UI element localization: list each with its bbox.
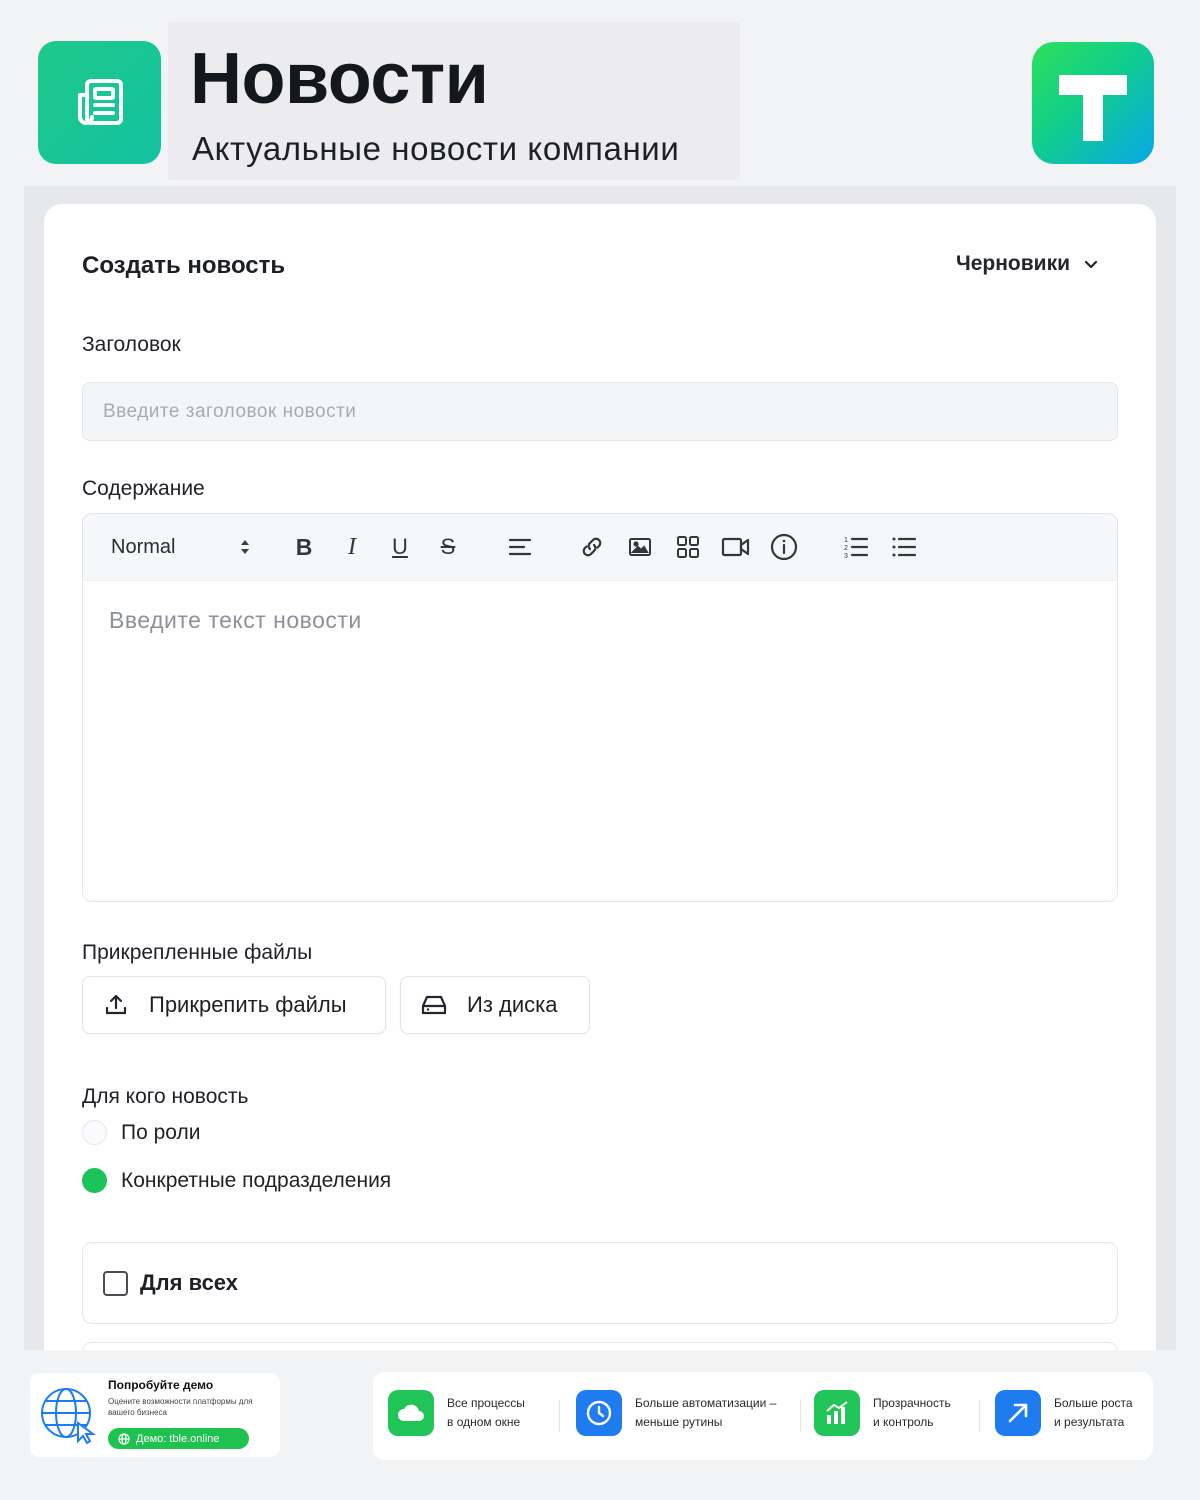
feature-3-line2: и контроль	[873, 1415, 934, 1429]
grid-button[interactable]	[673, 531, 703, 563]
editor-toolbar: Normal B I U S 1 2 3	[83, 514, 1117, 581]
attach-files-button[interactable]: Прикрепить файлы	[82, 976, 386, 1034]
feature-automation: Больше автоматизации – меньше рутины	[576, 1390, 776, 1436]
radio-departments[interactable]: Конкретные подразделения	[82, 1168, 391, 1193]
radio-by-role[interactable]: По роли	[82, 1120, 201, 1145]
attachments-label: Прикрепленные файлы	[82, 941, 313, 964]
features-bar: Все процессы в одном окне Больше автомати…	[373, 1372, 1153, 1460]
format-select-value: Normal	[111, 535, 176, 558]
news-title-input[interactable]	[82, 382, 1118, 441]
attach-files-label: Прикрепить файлы	[149, 992, 347, 1017]
page-title: Новости	[190, 39, 489, 119]
align-button[interactable]	[505, 531, 535, 563]
for-all-checkbox[interactable]	[103, 1270, 128, 1296]
svg-text:3: 3	[844, 553, 848, 559]
info-icon	[770, 533, 798, 561]
feature-3-line1: Прозрачность	[873, 1396, 951, 1410]
format-select[interactable]: Normal	[111, 531, 251, 563]
feature-transparency: Прозрачность и контроль	[814, 1390, 951, 1436]
hard-drive-icon	[401, 994, 467, 1016]
rich-text-editor: Normal B I U S 1 2 3 Введите текст новос…	[82, 513, 1118, 902]
growth-chart-icon	[814, 1390, 860, 1436]
editor-placeholder: Введите текст новости	[109, 607, 362, 633]
svg-text:1: 1	[844, 537, 848, 544]
bullet-list-button[interactable]	[889, 531, 919, 563]
upload-icon	[83, 993, 149, 1017]
demo-title: Попробуйте демо	[108, 1378, 214, 1392]
link-icon	[582, 537, 602, 557]
audience-label: Для кого новость	[82, 1085, 249, 1108]
from-disk-label: Из диска	[467, 992, 558, 1017]
link-button[interactable]	[577, 531, 607, 563]
editor-content-area[interactable]: Введите текст новости	[83, 581, 1117, 901]
title-field-label: Заголовок	[82, 333, 181, 356]
globe-icon	[118, 1432, 130, 1445]
grid-icon	[677, 536, 699, 558]
form-title: Создать новость	[82, 252, 286, 279]
from-disk-button[interactable]: Из диска	[400, 976, 590, 1034]
ordered-list-icon: 123	[844, 537, 869, 559]
drafts-label: Черновики	[955, 252, 1070, 275]
underline-button[interactable]: U	[385, 531, 415, 563]
image-button[interactable]	[625, 531, 655, 563]
create-news-form: Создать новость Черновики Заголовок Соде…	[44, 204, 1156, 1350]
bold-icon: B	[295, 533, 313, 560]
demo-link-label: Демо: tble.online	[136, 1432, 220, 1445]
newspaper-icon	[38, 41, 161, 164]
strikethrough-button[interactable]: S	[433, 531, 463, 563]
feature-growth: Больше роста и результата	[995, 1390, 1133, 1436]
strikethrough-icon: S	[440, 534, 456, 559]
feature-all-processes: Все процессы в одном окне	[388, 1390, 525, 1436]
feature-1-line1: Все процессы	[447, 1396, 525, 1410]
bullet-list-icon	[892, 537, 917, 557]
radio-by-role-label: По роли	[121, 1120, 201, 1144]
radio-by-role-control[interactable]	[82, 1120, 107, 1145]
brand-logo	[1032, 42, 1154, 164]
demo-link-button[interactable]: Демо: tble.online	[108, 1428, 249, 1449]
for-all-label: Для всех	[140, 1270, 238, 1295]
image-icon	[629, 538, 651, 556]
radio-departments-control[interactable]	[82, 1168, 107, 1193]
demo-promo: Попробуйте демо Оцените возможности плат…	[30, 1373, 280, 1457]
info-button[interactable]	[769, 531, 799, 563]
globe-cursor-icon	[41, 1388, 97, 1445]
demo-description: Оцените возможности платформы для вашего…	[108, 1397, 253, 1417]
ordered-list-button[interactable]: 123	[841, 531, 871, 563]
align-icon	[508, 538, 532, 556]
feature-divider	[979, 1400, 980, 1432]
drafts-dropdown[interactable]: Черновики	[956, 252, 1100, 276]
next-option-box	[82, 1342, 1118, 1350]
feature-4-line1: Больше роста	[1054, 1396, 1133, 1410]
video-button[interactable]	[719, 531, 753, 563]
bold-button[interactable]: B	[289, 531, 319, 563]
video-icon	[721, 537, 750, 557]
chevron-down-icon	[1084, 260, 1098, 269]
cloud-icon	[388, 1390, 434, 1436]
clock-icon	[576, 1390, 622, 1436]
italic-icon: I	[348, 533, 356, 560]
arrow-up-right-icon	[995, 1390, 1041, 1436]
underline-icon: U	[392, 534, 408, 559]
feature-4-line2: и результата	[1054, 1415, 1125, 1429]
feature-divider	[800, 1400, 801, 1432]
content-label: Содержание	[82, 477, 205, 500]
feature-divider	[559, 1400, 560, 1432]
radio-departments-label: Конкретные подразделения	[121, 1168, 392, 1192]
sort-arrows-icon	[241, 540, 249, 554]
feature-2-line1: Больше автоматизации –	[635, 1396, 777, 1410]
feature-1-line2: в одном окне	[447, 1415, 521, 1429]
page-subtitle: Актуальные новости компании	[192, 130, 680, 167]
for-all-option: Для всех	[82, 1242, 1118, 1324]
feature-2-line2: меньше рутины	[635, 1415, 723, 1429]
svg-text:2: 2	[844, 545, 848, 552]
italic-button[interactable]: I	[337, 531, 367, 563]
